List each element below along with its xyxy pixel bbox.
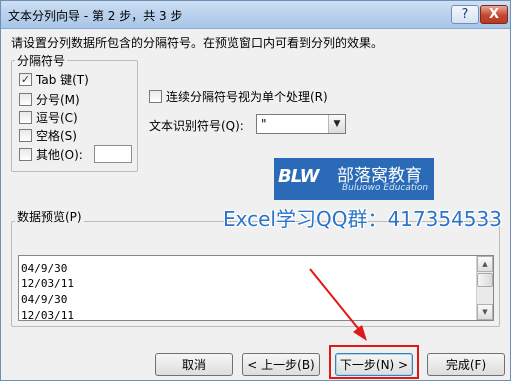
back-button[interactable]: < 上一步(B) (242, 353, 320, 376)
next-button-highlight (329, 345, 419, 379)
finish-button[interactable]: 完成(F) (427, 353, 505, 376)
annotation-arrow-icon (309, 268, 367, 341)
cancel-button[interactable]: 取消 (155, 353, 233, 376)
text-to-columns-wizard: 文本分列向导 - 第 2 步，共 3 步 ? X 请设置分列数据所包含的分隔符号… (0, 0, 511, 381)
